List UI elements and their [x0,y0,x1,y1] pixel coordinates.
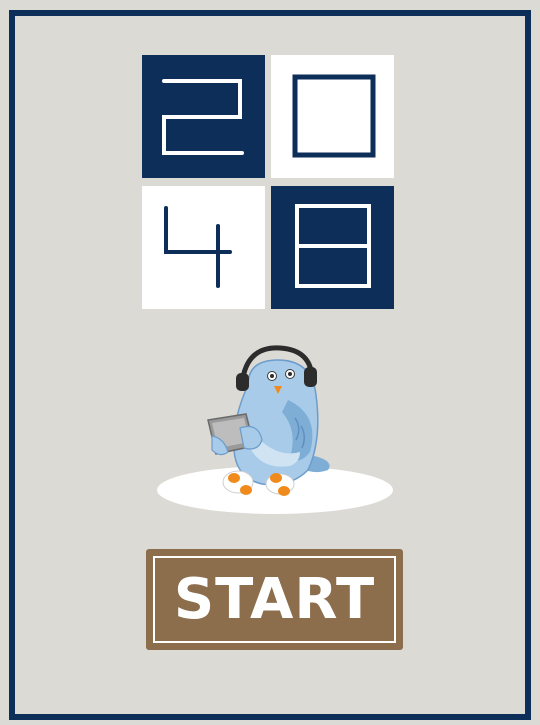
logo-tile-digit-2 [142,55,265,178]
logo-tile-digit-4 [142,186,265,309]
start-button[interactable]: START [146,549,403,650]
start-button-border: START [153,556,396,643]
start-button-label: START [173,567,376,632]
digit-0-glyph [292,74,376,158]
digit-2-glyph [162,79,244,155]
logo-tile-digit-8 [271,186,394,309]
digit-8-glyph [295,204,371,288]
bird-with-headphones-icon [150,340,400,525]
logo-2048 [142,55,396,309]
logo-tile-digit-0 [271,55,394,178]
digit-4-glyph [164,206,232,288]
